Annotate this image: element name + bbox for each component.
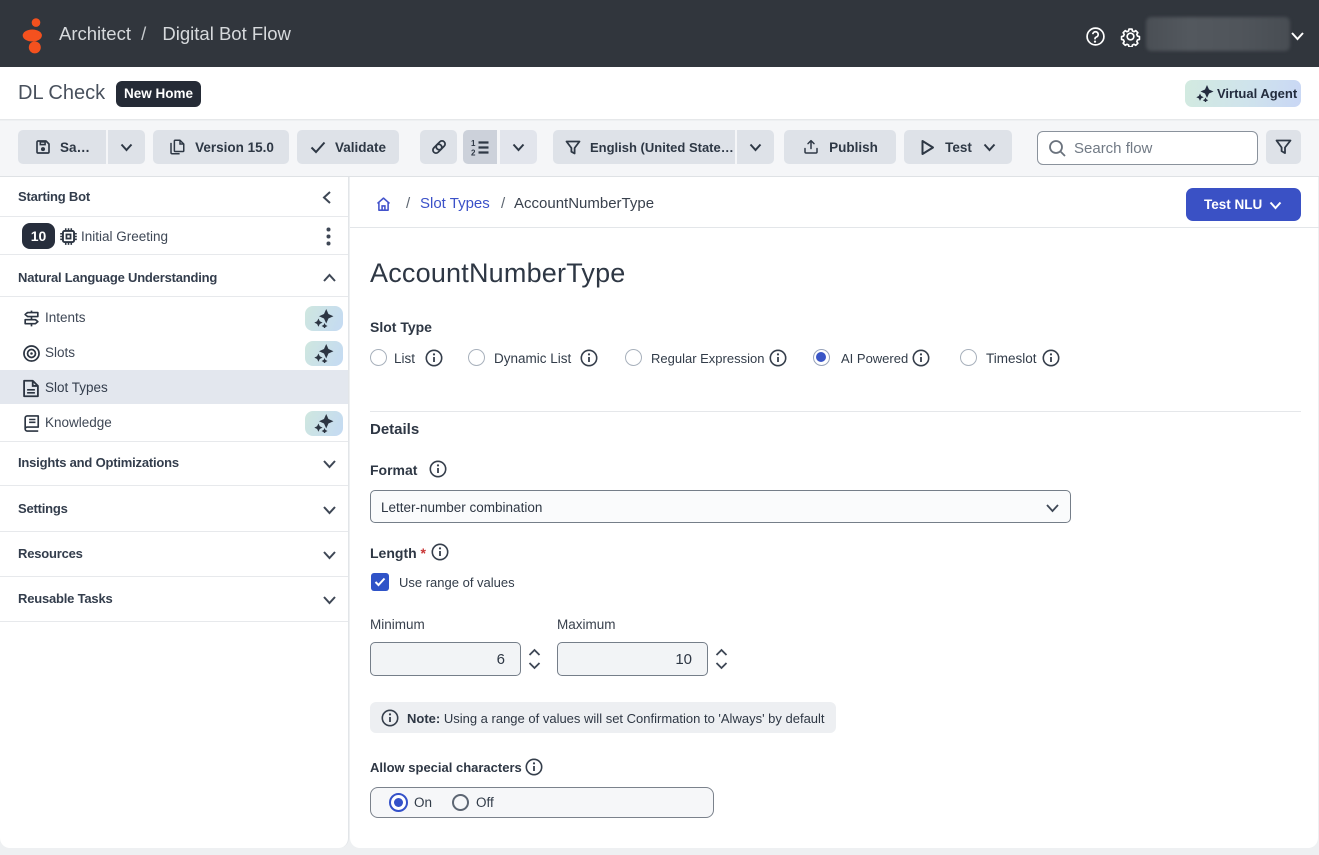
svg-text:2: 2 [471, 148, 476, 156]
svg-text:1: 1 [471, 139, 476, 148]
